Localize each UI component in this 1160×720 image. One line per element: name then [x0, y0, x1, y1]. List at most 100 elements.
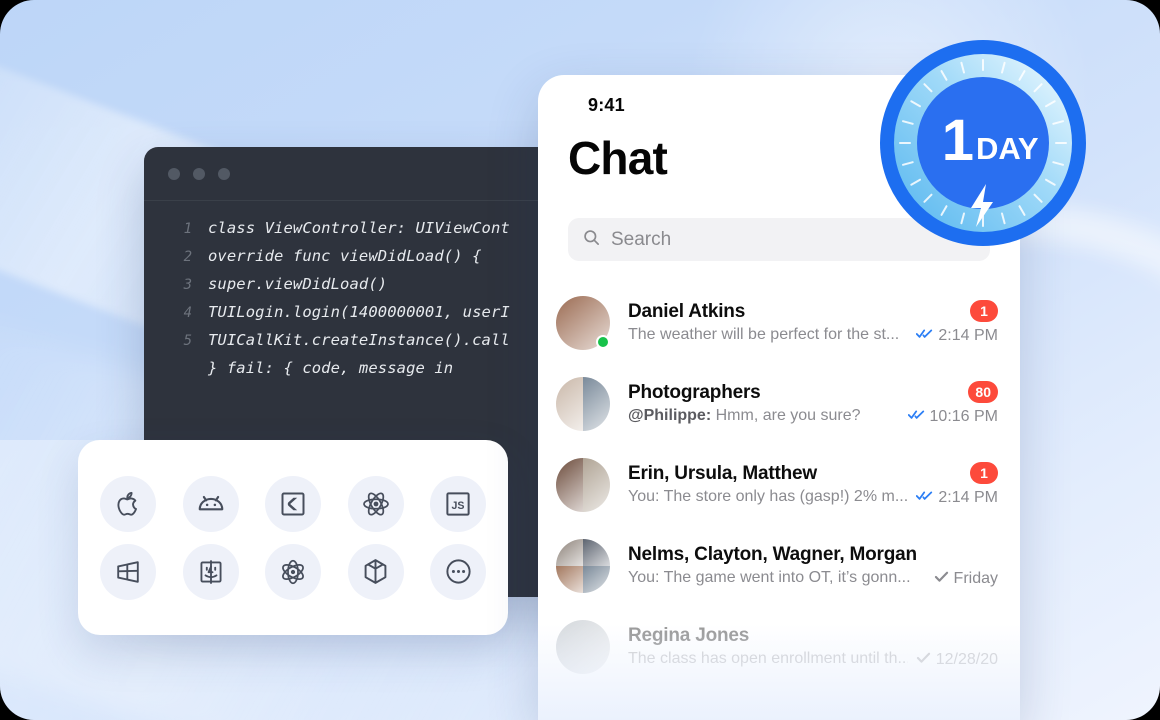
chat-item-meta: 1 2:14 PM: [908, 296, 998, 350]
chat-item-text: Nelms, Clayton, Wagner, Morgan You: The g…: [628, 544, 926, 587]
chat-list-item[interactable]: Photographers @Philippe: Hmm, are you sur…: [538, 363, 1020, 444]
status-bar-time: 9:41: [588, 95, 625, 115]
chat-item-time: 10:16 PM: [929, 408, 998, 425]
avatar-photo: [556, 457, 583, 512]
platform-chip-unity[interactable]: [347, 543, 404, 600]
window-maximize-dot[interactable]: [218, 167, 230, 180]
android-icon: [196, 489, 226, 519]
platform-chip-windows[interactable]: [100, 543, 156, 600]
avatar-photo: [583, 565, 610, 593]
apple-icon: [114, 490, 142, 518]
chat-item-meta: 0Friday: [926, 539, 998, 593]
chat-item-time: 2:14 PM: [938, 327, 998, 344]
chat-preview-mention: @Philippe:: [628, 407, 712, 424]
unity-icon: [361, 557, 390, 586]
chat-item-meta: 80 10:16 PM: [900, 377, 998, 431]
read-receipt-icon: [916, 327, 933, 345]
line-text: super.viewDidLoad(): [208, 275, 388, 293]
platform-chip-apple[interactable]: [100, 475, 156, 532]
windows-icon: [114, 558, 142, 586]
chat-avatar-wrap: [556, 376, 610, 431]
chat-item-text: Erin, Ursula, Matthew You: The store only…: [628, 463, 908, 506]
platform-chip-macos[interactable]: [182, 543, 239, 600]
chat-preview-body: The weather will be perfect for the st..…: [628, 326, 900, 343]
chat-list-item[interactable]: Regina Jones The class has open enrollmen…: [538, 606, 1020, 687]
chat-avatar-wrap: [556, 538, 610, 593]
one-day-badge: 1 DAY: [876, 36, 1090, 250]
platform-chip-flutter[interactable]: [265, 475, 321, 532]
line-number: 3: [183, 277, 192, 293]
chat-item-preview: The class has open enrollment until th..…: [628, 650, 908, 668]
javascript-icon: JS: [443, 489, 473, 519]
chat-item-time-line: 10:16 PM: [907, 408, 998, 426]
chat-item-text: Daniel Atkins The weather will be perfect…: [628, 301, 908, 344]
chat-item-name: Daniel Atkins: [628, 301, 746, 322]
avatar-photo: [583, 376, 610, 431]
chat-item-time: Friday: [953, 570, 998, 587]
unread-badge: 1: [970, 300, 998, 322]
chat-list-item[interactable]: Erin, Ursula, Matthew You: The store only…: [538, 444, 1020, 525]
avatar: [556, 619, 610, 674]
chat-list-item[interactable]: Nelms, Clayton, Wagner, Morgan You: The g…: [538, 525, 1020, 606]
avatar-photo: [556, 565, 583, 593]
line-text: } fail: { code, message in: [208, 359, 454, 377]
line-number: 4: [183, 305, 192, 321]
chat-item-time: 2:14 PM: [938, 489, 998, 506]
read-receipt-icon: [907, 408, 925, 426]
read-receipt-icon: [934, 570, 949, 588]
chat-preview-body: You: The game went into OT, it’s gonn...: [628, 569, 911, 586]
avatar-photo: [556, 538, 583, 566]
line-text: class ViewController: UIViewCont: [208, 219, 510, 237]
badge-number: 1: [942, 108, 974, 173]
chat-item-text: Photographers @Philippe: Hmm, are you sur…: [628, 382, 900, 425]
avatar-photo: [583, 538, 610, 566]
platform-chip-javascript[interactable]: JS: [430, 475, 486, 532]
read-receipt-icon: [916, 651, 931, 669]
chat-item-time-line: 2:14 PM: [916, 489, 998, 507]
line-number: 5: [183, 333, 192, 349]
chat-item-preview: @Philippe: Hmm, are you sure?: [628, 407, 900, 425]
chat-list-item[interactable]: Daniel Atkins The weather will be perfect…: [538, 282, 1020, 363]
avatar: [556, 376, 610, 431]
platform-chip-more[interactable]: [430, 543, 486, 600]
chat-avatar-wrap: [556, 295, 610, 350]
avatar: [556, 457, 610, 512]
chat-item-preview: You: The store only has (gasp!) 2% m...: [628, 488, 908, 506]
chat-item-time-line: 2:14 PM: [916, 327, 998, 345]
platform-chip-android[interactable]: [182, 475, 239, 532]
chat-avatar-wrap: [556, 457, 610, 512]
more-icon: [444, 557, 473, 586]
chat-item-meta: 012/28/20: [908, 620, 998, 674]
chat-preview-body: You: The store only has (gasp!) 2% m...: [628, 488, 909, 505]
flutter-icon: [279, 490, 307, 518]
search-icon: [582, 228, 601, 252]
unread-badge: 1: [970, 462, 998, 484]
chat-item-time-line: 12/28/20: [916, 651, 998, 669]
badge-unit: DAY: [976, 131, 1039, 166]
react-icon: [360, 488, 392, 520]
chat-item-name: Nelms, Clayton, Wagner, Morgan: [628, 544, 917, 565]
chat-list[interactable]: Daniel Atkins The weather will be perfect…: [538, 282, 1020, 687]
platform-icons-card: JS: [78, 440, 508, 635]
platform-chip-react[interactable]: [347, 475, 404, 532]
platform-icon-row-1: JS: [100, 475, 486, 532]
online-status-dot: [596, 334, 610, 349]
window-close-dot[interactable]: [168, 167, 180, 180]
chat-avatar-wrap: [556, 619, 610, 674]
avatar: [556, 538, 610, 593]
search-placeholder: Search: [611, 228, 672, 250]
chat-item-time-line: Friday: [934, 570, 998, 588]
line-text: override func viewDidLoad() {: [208, 247, 482, 265]
line-text: TUICallKit.createInstance().call: [208, 331, 510, 349]
chat-item-name: Regina Jones: [628, 625, 750, 646]
chat-item-name: Erin, Ursula, Matthew: [628, 463, 818, 484]
svg-text:JS: JS: [452, 500, 465, 512]
chat-item-preview: The weather will be perfect for the st..…: [628, 326, 908, 344]
avatar-photo: [556, 619, 610, 674]
avatar-photo: [556, 376, 583, 431]
chat-preview-body: The class has open enrollment until th..…: [628, 650, 908, 667]
chat-item-preview: You: The game went into OT, it’s gonn...: [628, 569, 926, 587]
window-minimize-dot[interactable]: [193, 167, 205, 180]
platform-chip-electron[interactable]: [265, 543, 321, 600]
macos-finder-icon: [197, 558, 225, 586]
